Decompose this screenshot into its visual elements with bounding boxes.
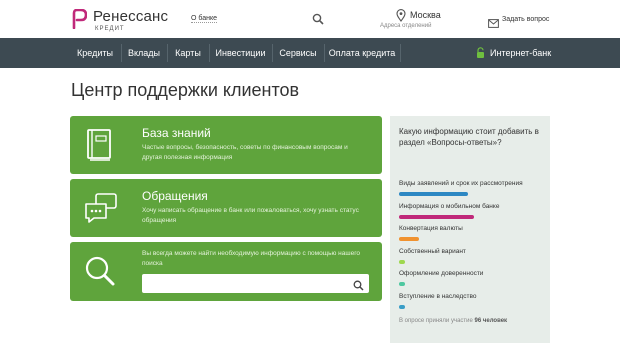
search-icon[interactable] [353,278,364,296]
nav-divider [400,44,401,62]
nav-item-services[interactable]: Сервисы [274,38,322,68]
about-bank-link[interactable]: О банке [191,15,218,23]
logo-subtitle: КРЕДИТ [95,26,125,32]
poll-participants-note: В опросе приняли участие 96 человек [399,318,507,324]
poll-option-bar [399,259,405,264]
search-icon[interactable] [312,12,324,25]
nav-item-deposits[interactable]: Вклады [123,38,165,68]
nav-item-investments[interactable]: Инвестиции [211,38,270,68]
poll-option-label[interactable]: Оформление доверенности [399,270,483,277]
nav-divider [209,44,210,62]
poll-option-bar [399,214,474,219]
poll-option-label[interactable]: Собственный вариант [399,248,466,255]
chat-bubbles-icon [84,192,118,229]
poll-option-label[interactable]: Информация о мобильном банке [399,203,499,210]
knowledge-base-description: Частые вопросы, безопасность, советы по … [142,144,348,161]
appeals-title: Обращения [142,189,208,203]
knowledge-base-card[interactable]: База знаний Частые вопросы, безопасность… [70,116,382,174]
internet-bank-link[interactable]: Интернет-банк [490,38,551,68]
branches-link[interactable]: Адреса отделений [380,23,431,29]
poll-question: Какую информацию стоит добавить в раздел… [399,127,539,147]
knowledge-base-title: База знаний [142,126,211,140]
nav-divider [324,44,325,62]
poll-option-label[interactable]: Виды заявлений и срок их рассмотрения [399,180,523,187]
page-title: Центр поддержки клиентов [71,80,300,100]
poll-option-label[interactable]: Вступление в наследство [399,293,476,300]
logo[interactable]: Ренессанс КРЕДИТ [71,7,191,33]
logo-mark-icon [71,8,88,34]
search-card: Вы всегда можете найти необходимую инфор… [70,242,382,301]
nav-divider [121,44,122,62]
appeals-description: Хочу написать обращение в банк или пожал… [142,207,359,224]
search-description: Вы всегда можете найти необходимую инфор… [142,250,361,267]
top-header: Ренессанс КРЕДИТ О банке Москва Адреса о… [0,0,620,38]
poll-option-bar [399,237,419,241]
nav-divider [167,44,168,62]
poll-note-count: 96 человек [474,318,508,324]
magnifier-icon [84,255,116,292]
search-input[interactable] [142,274,369,293]
nav-item-credits[interactable]: Кредиты [71,38,119,68]
main-nav: Кредиты Вклады Карты Инвестиции Сервисы … [0,38,620,68]
nav-divider [272,44,273,62]
nav-item-cards[interactable]: Карты [169,38,207,68]
poll-option-label[interactable]: Конвертация валюты [399,225,463,232]
lock-icon [476,46,485,64]
poll-option-bar [399,282,405,286]
appeals-card[interactable]: Обращения Хочу написать обращение в банк… [70,179,382,237]
poll-note-prefix: В опросе приняли участие [399,318,475,324]
city-selector[interactable]: Москва [410,10,441,20]
mail-icon[interactable] [488,15,499,33]
nav-item-loan-payment[interactable]: Оплата кредита [326,38,398,68]
poll-option-bar [399,304,405,309]
book-icon [84,128,114,167]
ask-question-link[interactable]: Задать вопрос [502,16,549,23]
poll-option-bar [399,192,468,196]
logo-name: Ренессанс [93,8,169,25]
